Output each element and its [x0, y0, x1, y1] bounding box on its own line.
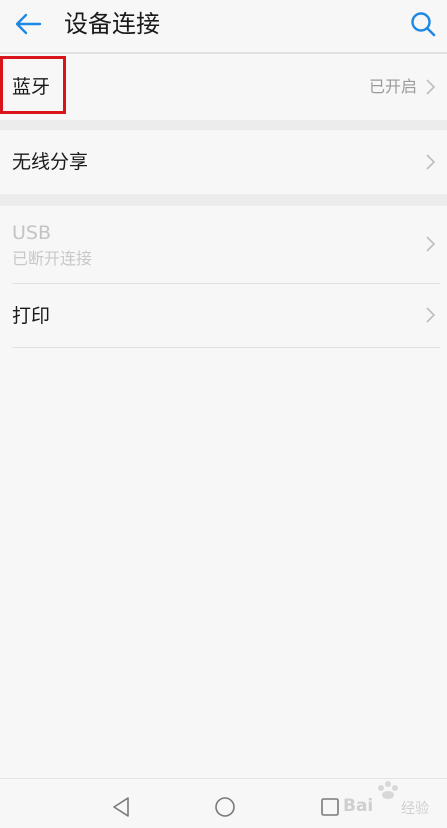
usb-row[interactable]: USB 已断开连接: [0, 206, 447, 283]
circle-home-icon: [215, 797, 235, 817]
square-recents-icon: [321, 798, 339, 816]
bluetooth-row[interactable]: 蓝牙 已开启: [0, 54, 447, 120]
watermark-cn: 经验: [401, 801, 429, 817]
print-label: 打印: [12, 305, 51, 327]
back-button[interactable]: [8, 6, 48, 42]
usb-status: 已断开连接: [12, 249, 93, 268]
chevron-right-icon: [426, 307, 436, 323]
wireless-share-label: 无线分享: [12, 151, 89, 173]
nav-home-button[interactable]: [213, 795, 237, 819]
search-icon: [411, 12, 436, 37]
page-title: 设备连接: [64, 10, 160, 38]
print-row[interactable]: 打印: [0, 284, 447, 347]
section-gap: [0, 194, 447, 206]
arrow-left-icon: [15, 13, 42, 35]
app-bar: 设备连接: [0, 0, 447, 52]
wireless-share-row[interactable]: 无线分享: [0, 130, 447, 194]
row-divider: [12, 347, 440, 348]
chevron-right-icon: [426, 79, 436, 95]
usb-label: USB: [12, 222, 52, 244]
triangle-back-icon: [113, 797, 129, 817]
watermark-text: Bai: [343, 796, 374, 816]
section-gap: [0, 120, 447, 130]
paw-icon: [378, 781, 398, 799]
nav-back-button[interactable]: [109, 795, 133, 819]
highlight-annotation: [0, 56, 66, 114]
nav-recents-button[interactable]: [318, 795, 342, 819]
baidu-watermark: Bai 经验: [343, 780, 439, 826]
bluetooth-status: 已开启: [368, 77, 417, 96]
chevron-right-icon: [426, 236, 436, 252]
search-button[interactable]: [405, 6, 441, 42]
chevron-right-icon: [426, 154, 436, 170]
